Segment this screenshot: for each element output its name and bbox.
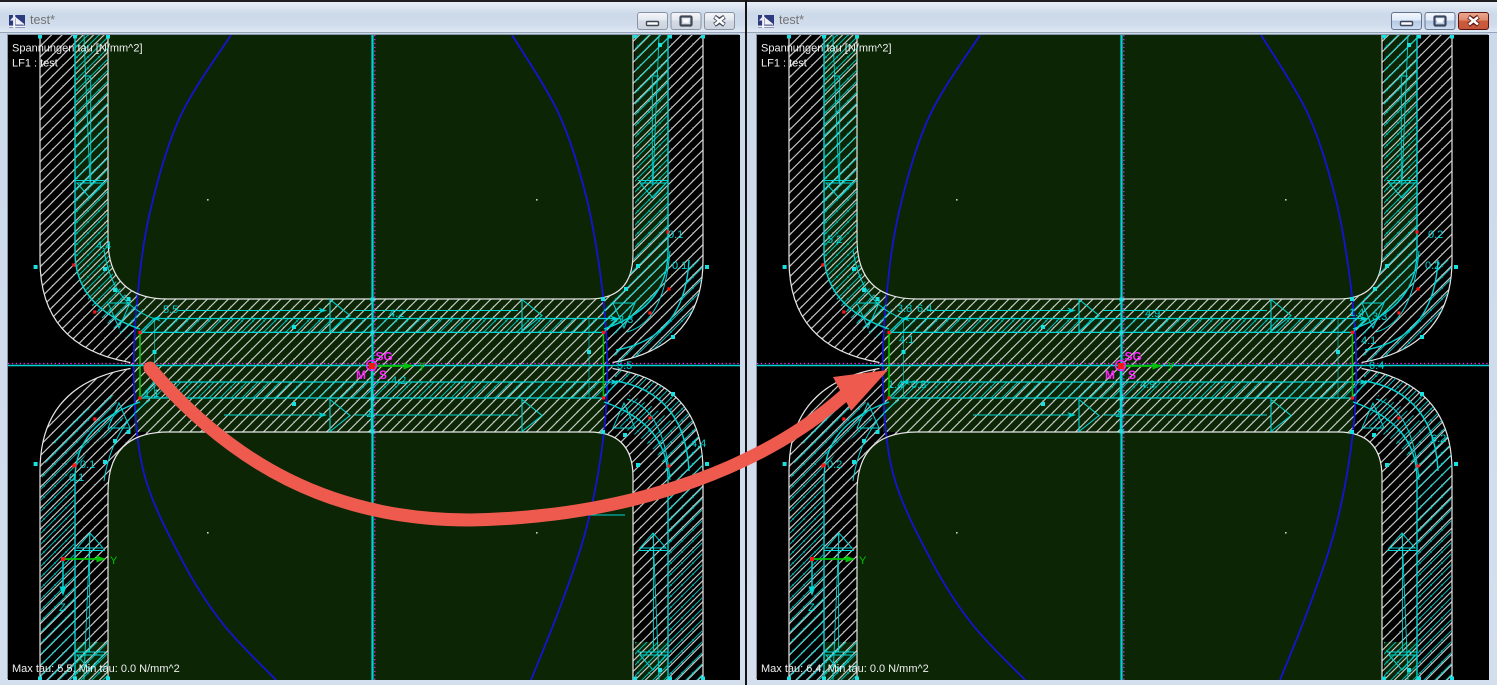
svg-text:0.2: 0.2 xyxy=(1425,260,1440,272)
svg-text:0.2: 0.2 xyxy=(827,459,842,471)
svg-text:1.4: 1.4 xyxy=(1349,307,1364,319)
svg-text:z: z xyxy=(367,408,373,420)
svg-text:Spannungen tau [N/mm^2]: Spannungen tau [N/mm^2] xyxy=(761,43,892,55)
svg-text:4.2: 4.2 xyxy=(391,375,406,387)
svg-text:0.1: 0.1 xyxy=(69,472,84,484)
svg-text:z: z xyxy=(1116,408,1122,420)
svg-text:LF1 : test: LF1 : test xyxy=(761,58,807,70)
svg-text:4.2: 4.2 xyxy=(389,308,404,320)
svg-text:y: y xyxy=(1168,358,1174,372)
svg-text:5.5: 5.5 xyxy=(617,360,632,372)
svg-text:3.3: 3.3 xyxy=(1372,311,1387,323)
svg-text:4.1: 4.1 xyxy=(899,334,914,346)
svg-text:SG: SG xyxy=(376,350,393,364)
svg-text:1.1: 1.1 xyxy=(144,388,159,400)
svg-text:6.4: 6.4 xyxy=(1369,360,1384,372)
svg-text:Max tau: 6.4, Min tau: 0.0 N/m: Max tau: 6.4, Min tau: 0.0 N/mm^2 xyxy=(761,663,929,675)
svg-text:4.9: 4.9 xyxy=(1140,379,1155,391)
svg-text:0.2: 0.2 xyxy=(1428,229,1443,241)
svg-text:6.4: 6.4 xyxy=(917,303,932,315)
svg-text:4.9: 4.9 xyxy=(1145,308,1160,320)
svg-text:0.8: 0.8 xyxy=(911,379,926,391)
svg-text:1.4: 1.4 xyxy=(888,379,903,391)
svg-text:Y: Y xyxy=(110,555,118,567)
svg-text:Max tau: 5.5, Min tau: 0.0 N/m: Max tau: 5.5, Min tau: 0.0 N/mm^2 xyxy=(12,663,180,675)
svg-text:3.8: 3.8 xyxy=(897,303,912,315)
svg-text:Z: Z xyxy=(59,602,66,614)
svg-text:S: S xyxy=(379,368,387,382)
svg-text:4.4: 4.4 xyxy=(691,438,706,450)
svg-text:LF1 : test: LF1 : test xyxy=(12,58,58,70)
svg-text:y: y xyxy=(419,358,425,372)
svg-text:M: M xyxy=(1105,368,1115,382)
svg-text:M: M xyxy=(356,368,366,382)
svg-text:SG: SG xyxy=(1125,350,1142,364)
svg-text:4.4: 4.4 xyxy=(96,240,111,252)
svg-text:Z: Z xyxy=(808,602,815,614)
svg-text:6.2: 6.2 xyxy=(1431,433,1446,445)
svg-text:S: S xyxy=(1128,368,1136,382)
svg-text:0.1: 0.1 xyxy=(672,260,687,272)
svg-text:0.1: 0.1 xyxy=(668,229,683,241)
svg-text:Spannungen tau [N/mm^2]: Spannungen tau [N/mm^2] xyxy=(12,43,143,55)
svg-text:5.5: 5.5 xyxy=(163,304,178,316)
svg-text:3.3: 3.3 xyxy=(618,314,633,326)
svg-text:5.2: 5.2 xyxy=(827,234,842,246)
svg-text:Y: Y xyxy=(859,555,867,567)
svg-text:4.1: 4.1 xyxy=(1361,335,1376,347)
svg-text:0.1: 0.1 xyxy=(80,459,95,471)
